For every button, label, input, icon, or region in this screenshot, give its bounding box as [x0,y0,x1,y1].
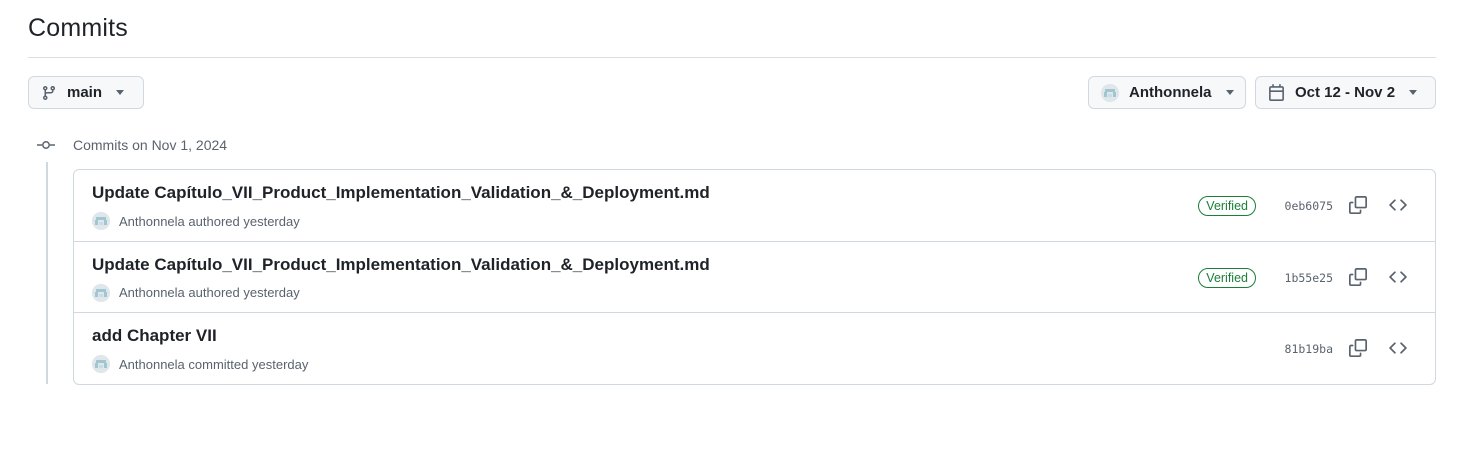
code-icon[interactable] [1388,196,1408,214]
chevron-down-icon [116,90,125,95]
branch-selector-button[interactable]: main [28,76,144,109]
commit-sha-link[interactable]: 81b19ba [1285,342,1333,356]
commit-list: Update Capítulo_VII_Product_Implementati… [73,169,1436,385]
avatar[interactable] [92,212,110,230]
author-filter-button[interactable]: Anthonnela [1088,76,1246,109]
commit-meta: Anthonnela authored yesterday [92,212,300,230]
chevron-down-icon [1409,90,1418,95]
avatar[interactable] [92,355,110,373]
commit-sha-link[interactable]: 1b55e25 [1285,271,1333,285]
author-label: Anthonnela [1129,84,1212,101]
commit-row: Update Capítulo_VII_Product_Implementati… [74,242,1435,313]
page-title: Commits [28,14,129,42]
title-divider [28,57,1436,58]
commit-meta: Anthonnela authored yesterday [92,283,300,302]
verified-badge[interactable]: Verified [1198,267,1256,288]
avatar [1101,83,1119,102]
commit-title-link[interactable]: Update Capítulo_VII_Product_Implementati… [92,183,710,203]
code-icon[interactable] [1388,339,1408,357]
commit-time: yesterday [252,356,309,372]
calendar-icon [1268,84,1285,101]
timeline-line [46,162,48,384]
commit-title-link[interactable]: add Chapter VII [92,326,217,346]
commit-action: authored [188,213,240,229]
commit-author-link[interactable]: Anthonnela [119,285,185,300]
chevron-down-icon [1225,90,1234,95]
commit-sha-link[interactable]: 0eb6075 [1285,199,1333,213]
commit-group-date: Commits on Nov 1, 2024 [73,137,228,153]
copy-icon[interactable] [1349,196,1367,214]
git-commit-icon [37,137,55,158]
branch-label: main [67,84,103,101]
copy-icon[interactable] [1349,267,1367,286]
commit-meta: Anthonnela committed yesterday [92,355,308,373]
avatar[interactable] [92,283,110,302]
commit-time: yesterday [243,213,300,229]
commit-author-link[interactable]: Anthonnela [119,214,185,229]
commit-title-link[interactable]: Update Capítulo_VII_Product_Implementati… [92,255,710,275]
date-range-button[interactable]: Oct 12 - Nov 2 [1255,76,1436,109]
commit-action: committed [188,356,249,372]
git-branch-icon [41,85,57,101]
date-range-label: Oct 12 - Nov 2 [1295,84,1396,101]
commit-action: authored [188,285,240,300]
verified-badge[interactable]: Verified [1198,196,1256,216]
commit-author-link[interactable]: Anthonnela [119,357,185,372]
code-icon[interactable] [1388,268,1408,286]
commit-time: yesterday [243,285,300,300]
commit-row: Update Capítulo_VII_Product_Implementati… [74,170,1435,242]
commit-row: add Chapter VII Anthonnela committed yes… [74,313,1435,384]
copy-icon[interactable] [1349,339,1367,357]
